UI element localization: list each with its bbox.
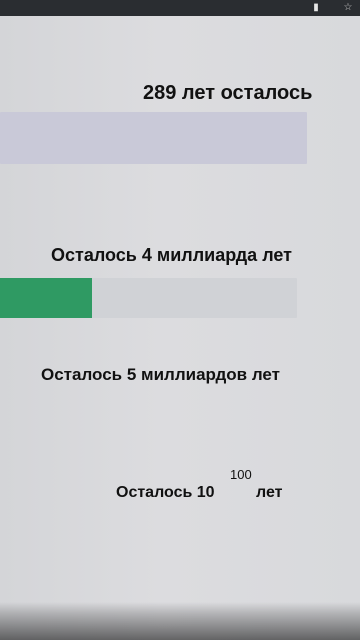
progress-bar-1 [0,112,307,164]
phone-icon: ▮ [313,2,319,13]
countdown-label-4-prefix: Осталось 10 [116,484,215,501]
countdown-label-2: Осталось 4 миллиарда лет [51,245,292,265]
star-icon: ☆ [343,2,353,13]
bottom-edge-shadow [0,602,360,640]
status-bar: ▮ ☆ [0,0,360,16]
progress-bar-2 [0,278,297,318]
countdown-label-4-suffix: лет [256,484,283,501]
progress-fill-2 [0,278,93,318]
app-screen: 289 лет осталось Осталось 4 миллиарда ле… [0,16,360,640]
countdown-label-3: Осталось 5 миллиардов лет [41,365,280,384]
countdown-label-4: Осталось 10 100 лет [116,467,282,504]
countdown-label-4-exponent: 100 [230,467,252,482]
countdown-label-1: 289 лет осталось [143,82,313,104]
